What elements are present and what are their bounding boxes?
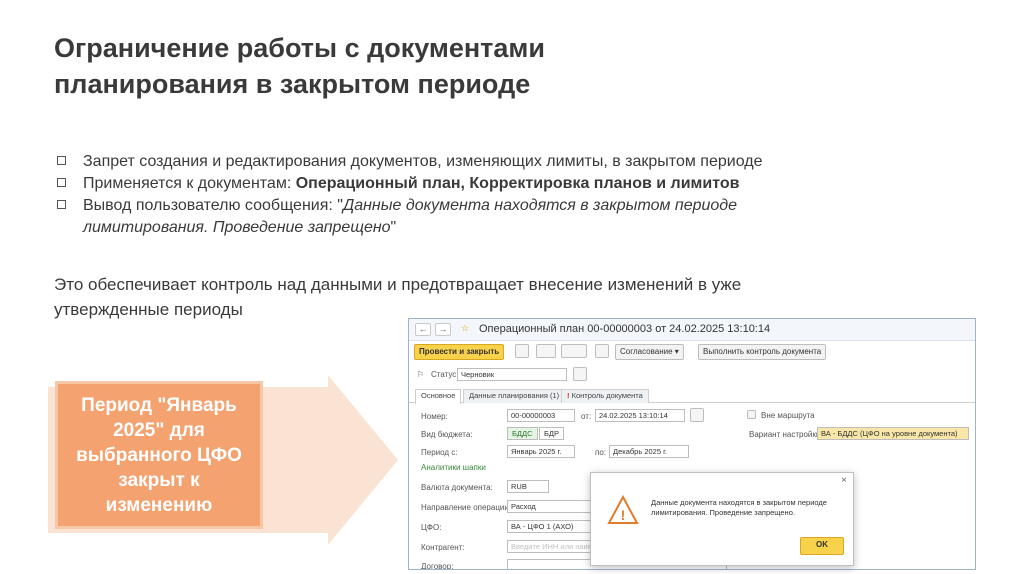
settings-label: Вариант настройки: bbox=[749, 430, 823, 439]
number-field[interactable]: 00-00000003 bbox=[507, 409, 575, 422]
bullet-item: Применяется к документам: Операционный п… bbox=[55, 173, 875, 195]
number-label: Номер: bbox=[421, 412, 448, 421]
summary-line2: утвержденные периоды bbox=[54, 300, 243, 319]
post-and-close-button[interactable]: Провести и закрыть bbox=[414, 344, 505, 360]
slide-title-line2: планирования в закрытом периоде bbox=[54, 69, 531, 99]
status-label: Статус: bbox=[431, 370, 459, 379]
direction-field[interactable]: Расход bbox=[507, 500, 593, 513]
save-icon[interactable] bbox=[515, 344, 529, 358]
counterparty-label: Контрагент: bbox=[421, 543, 465, 552]
bullet-item: Запрет создания и редактирования докумен… bbox=[55, 151, 875, 173]
status-history-icon[interactable] bbox=[573, 367, 587, 381]
contract-label: Договор: bbox=[421, 562, 454, 570]
bullet-text: Вывод пользователю сообщения: " bbox=[83, 197, 343, 214]
checkbox-bullet-icon bbox=[57, 156, 66, 165]
bullet-italic-text: Данные документа находятся в закрытом пе… bbox=[342, 197, 738, 214]
approval-label: Согласование bbox=[620, 347, 673, 356]
create-based-icon[interactable] bbox=[561, 344, 587, 358]
period-to-label: по: bbox=[595, 448, 607, 457]
route-checkbox[interactable] bbox=[747, 410, 756, 419]
period-from-label: Период с: bbox=[421, 448, 458, 457]
period-from-field[interactable]: Январь 2025 г. bbox=[507, 445, 575, 458]
callout-box: Период "Январь 2025" для выбранного ЦФО … bbox=[55, 381, 263, 529]
arrow-left-icon[interactable]: ← bbox=[415, 323, 431, 336]
counterparty-field[interactable]: Введите ИНН или наиме bbox=[507, 540, 593, 553]
cfo-label: ЦФО: bbox=[421, 523, 442, 532]
window-toolbar: Провести и закрыть Согласование ▾ Выполн… bbox=[409, 341, 975, 363]
bullet-text: Запрет создания и редактирования докумен… bbox=[83, 153, 763, 170]
callout-text: Период "Январь 2025" для выбранного ЦФО … bbox=[76, 394, 242, 516]
checkbox-bullet-icon bbox=[57, 200, 66, 209]
window-titlebar: ← → ☆ Операционный план 00-00000003 от 2… bbox=[409, 319, 975, 341]
svg-text:!: ! bbox=[621, 507, 626, 523]
run-check-button[interactable]: Выполнить контроль документа bbox=[698, 344, 827, 360]
tab-planning-data[interactable]: Данные планирования (1) bbox=[463, 389, 566, 403]
settings-field[interactable]: ВА - БДДС (ЦФО на уровне документа) bbox=[817, 427, 969, 440]
print-icon[interactable] bbox=[595, 344, 609, 358]
route-label: Вне маршрута bbox=[761, 411, 815, 420]
error-dialog: × ! Данные документа находятся в закрыто… bbox=[590, 472, 854, 566]
alert-icon: ! bbox=[567, 391, 570, 400]
bullet-item: Вывод пользователю сообщения: "Данные до… bbox=[55, 195, 875, 239]
budget-type-bdr[interactable]: БДР bbox=[539, 427, 565, 440]
summary-line1: Это обеспечивает контроль над данными и … bbox=[54, 275, 742, 294]
checkbox-bullet-icon bbox=[57, 178, 66, 187]
budget-type-label: Вид бюджета: bbox=[421, 430, 473, 439]
calendar-icon[interactable] bbox=[690, 408, 704, 422]
summary-text: Это обеспечивает контроль над данными и … bbox=[54, 272, 894, 322]
tab-main[interactable]: Основное bbox=[415, 389, 462, 404]
warning-icon: ! bbox=[607, 495, 639, 524]
slide-title-line1: Ограничение работы с документами bbox=[54, 33, 545, 63]
tab-document-control[interactable]: ! Контроль документа bbox=[561, 389, 649, 403]
budget-type-bdds[interactable]: БДДС bbox=[507, 427, 538, 440]
tab-document-control-label: Контроль документа bbox=[571, 391, 643, 400]
date-label: от: bbox=[581, 412, 592, 421]
bullet-suffix: " bbox=[390, 219, 397, 236]
bullet-italic-text-2: лимитирования. Проведение запрещено bbox=[83, 219, 391, 236]
currency-field[interactable]: RUB bbox=[507, 480, 549, 493]
date-field[interactable]: 24.02.2025 13:10:14 bbox=[595, 409, 685, 422]
status-field[interactable]: Черновик bbox=[457, 368, 567, 381]
arrow-right-icon[interactable]: → bbox=[435, 323, 451, 336]
star-icon[interactable]: ☆ bbox=[457, 323, 473, 336]
cfo-field[interactable]: ВА - ЦФО 1 (АХО) bbox=[507, 520, 593, 533]
header-analytics-link[interactable]: Аналитики шапки bbox=[421, 463, 486, 472]
period-to-field[interactable]: Декабрь 2025 г. bbox=[609, 445, 689, 458]
ok-button[interactable]: OK bbox=[800, 537, 844, 555]
bullet-bold-text: Операционный план, Корректировка планов … bbox=[295, 175, 740, 192]
bullet-text: Применяется к документам: bbox=[83, 175, 296, 192]
bullet-list: Запрет создания и редактирования докумен… bbox=[55, 151, 875, 239]
currency-label: Валюта документа: bbox=[421, 483, 493, 492]
close-icon[interactable]: × bbox=[841, 475, 847, 486]
slide-title: Ограничение работы с документами планиро… bbox=[54, 30, 754, 102]
post-icon[interactable] bbox=[536, 344, 556, 358]
flag-icon: ⚐ bbox=[417, 370, 425, 379]
tabs-bar: Основное Данные планирования (1) ! Контр… bbox=[409, 389, 975, 404]
approval-button[interactable]: Согласование ▾ bbox=[615, 344, 684, 360]
dialog-message: Данные документа находятся в закрытом пе… bbox=[651, 498, 827, 517]
direction-label: Направление операции: bbox=[421, 503, 512, 512]
window-title: Операционный план 00-00000003 от 24.02.2… bbox=[479, 323, 771, 335]
